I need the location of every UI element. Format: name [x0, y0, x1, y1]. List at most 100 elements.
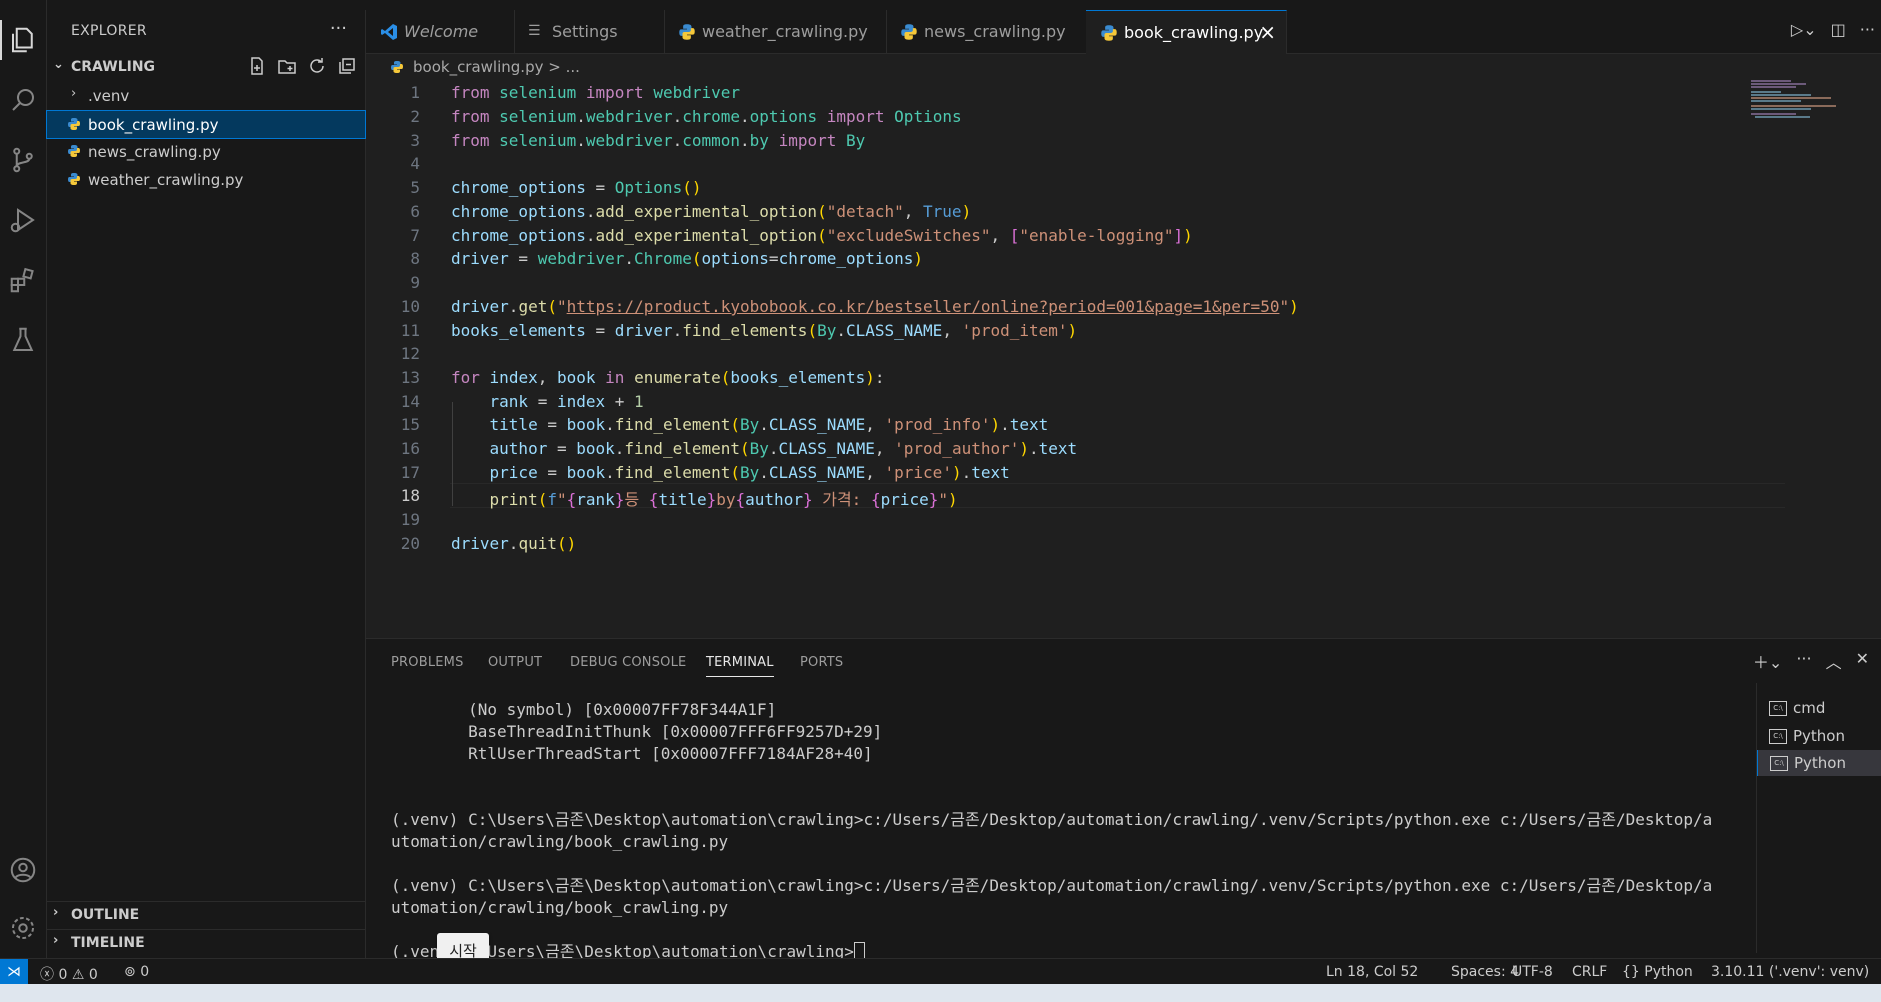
code-token: books_elements — [451, 321, 586, 340]
indentation[interactable]: Spaces: 4 — [1451, 964, 1519, 980]
explorer-title: EXPLORER — [71, 23, 147, 39]
line-number: 3 — [410, 131, 420, 150]
code-token: ( — [537, 490, 548, 509]
line-number: 14 — [400, 392, 420, 411]
code-token: = — [508, 249, 538, 268]
manage-gear-icon[interactable] — [0, 904, 46, 952]
tab-terminal[interactable]: TERMINAL — [706, 655, 774, 677]
terminal-output[interactable]: (No symbol) [0x00007FF78F344A1F] BaseThr… — [391, 699, 1712, 964]
tab-book-crawling[interactable]: book_crawling.py × — [1086, 10, 1287, 54]
timeline-section[interactable]: › TIMELINE — [47, 929, 365, 956]
code-token: 가격: — [812, 490, 871, 509]
new-file-icon[interactable] — [247, 56, 267, 76]
collapse-all-icon[interactable] — [337, 56, 357, 76]
refresh-icon[interactable] — [307, 56, 327, 76]
problems-status[interactable]: ⓧ 0 ⚠ 0 — [40, 964, 98, 984]
line-number: 5 — [410, 178, 420, 197]
close-icon[interactable]: × — [1259, 20, 1276, 44]
tab-debug-console[interactable]: DEBUG CONSOLE — [570, 655, 686, 670]
remote-indicator-icon[interactable]: ⋊ — [0, 959, 28, 985]
terminal-label: cmd — [1793, 699, 1826, 717]
terminal-icon: C:\ — [1769, 701, 1787, 716]
code-token: https://product.kyobobook.co.kr/bestsell… — [566, 297, 1280, 316]
breadcrumb[interactable]: book_crawling.py > ... — [366, 54, 1881, 80]
encoding[interactable]: UTF-8 — [1512, 964, 1553, 980]
new-terminal-icon[interactable]: ＋⌄ — [1753, 649, 1782, 673]
tab-problems[interactable]: PROBLEMS — [391, 655, 464, 670]
code-editor[interactable]: 1 2 3 4 5 6 7 8 9 10 11 12 13 14 15 16 1… — [366, 80, 1881, 638]
code-token: ) — [1019, 439, 1030, 458]
explorer-more-icon[interactable]: ··· — [330, 18, 347, 39]
code-token: options — [701, 249, 769, 268]
maximize-panel-icon[interactable]: ︿ — [1826, 649, 1842, 673]
end-of-line[interactable]: CRLF — [1572, 964, 1607, 980]
code-token: () — [682, 178, 702, 197]
code-token: . — [585, 226, 596, 245]
outline-section[interactable]: › OUTLINE — [47, 901, 365, 928]
python-interpreter[interactable]: 3.10.11 ('.venv': venv) — [1711, 964, 1869, 980]
minimap[interactable] — [1751, 80, 1841, 120]
search-icon[interactable] — [0, 76, 46, 124]
line-number: 16 — [400, 439, 420, 458]
code-token: webdriver — [537, 249, 625, 268]
extensions-icon[interactable] — [0, 256, 46, 304]
code-token: , — [865, 463, 885, 482]
terminal-item-cmd[interactable]: C:\ cmd — [1757, 695, 1881, 721]
tab-ports[interactable]: PORTS — [800, 655, 843, 670]
source-control-icon[interactable] — [0, 136, 46, 184]
tree-item-venv[interactable]: › .venv — [47, 82, 365, 109]
code-token: title — [489, 415, 538, 434]
ports-status[interactable]: ⊚ 0 — [124, 964, 149, 980]
close-panel-icon[interactable]: ✕ — [1856, 649, 1869, 673]
more-actions-icon[interactable]: ··· — [1860, 20, 1875, 39]
tab-news-crawling[interactable]: news_crawling.py — [886, 10, 1087, 53]
code-token: . — [672, 131, 683, 150]
tree-item-label: news_crawling.py — [88, 143, 221, 161]
python-icon — [1101, 25, 1117, 41]
python-file-icon — [68, 118, 80, 130]
cursor-position[interactable]: Ln 18, Col 52 — [1326, 964, 1418, 980]
new-folder-icon[interactable] — [277, 56, 297, 76]
tab-settings[interactable]: ☰ Settings — [514, 10, 665, 53]
tree-item-news-crawling[interactable]: news_crawling.py — [47, 138, 365, 165]
workspace-folder[interactable]: ⌄ CRAWLING — [47, 56, 365, 80]
warning-icon: ⚠ — [71, 967, 85, 983]
account-icon[interactable] — [0, 846, 46, 894]
code-token: Options — [894, 107, 962, 126]
terminal-icon: C:\ — [1770, 756, 1788, 771]
testing-icon[interactable] — [0, 316, 46, 364]
tab-welcome[interactable]: Welcome — [366, 10, 515, 53]
terminal-item-python[interactable]: C:\ Python — [1757, 750, 1881, 776]
split-editor-icon[interactable]: ◫ — [1831, 20, 1846, 39]
run-icon[interactable]: ▷⌄ — [1791, 20, 1817, 39]
code-token: . — [585, 202, 596, 221]
code-token: " — [1279, 297, 1290, 316]
code-token: ) — [961, 202, 972, 221]
code-line: chrome_options = Options() — [451, 178, 701, 197]
explorer-icon[interactable] — [0, 16, 46, 64]
code-token: { — [870, 490, 881, 509]
code-token: By — [740, 415, 760, 434]
code-token: driver — [451, 249, 509, 268]
code-token: 'prod_author' — [894, 439, 1020, 458]
code-token: driver — [451, 534, 509, 553]
more-actions-icon[interactable]: ··· — [1796, 649, 1811, 673]
run-debug-icon[interactable] — [0, 196, 46, 244]
tab-output[interactable]: OUTPUT — [488, 655, 542, 670]
code-token: from — [451, 107, 490, 126]
tree-item-book-crawling[interactable]: book_crawling.py — [46, 110, 366, 139]
code-token: . — [836, 321, 846, 340]
tree-item-weather-crawling[interactable]: weather_crawling.py — [47, 166, 365, 193]
tab-weather-crawling[interactable]: weather_crawling.py — [664, 10, 887, 53]
terminal-item-python[interactable]: C:\ Python — [1757, 723, 1881, 749]
code-token: 'price' — [884, 463, 952, 482]
os-taskbar — [0, 984, 1881, 1002]
code-token: text — [1009, 415, 1049, 434]
timeline-label: TIMELINE — [71, 935, 145, 951]
code-token: title — [658, 490, 707, 509]
terminal-line: (.venv) C:\Users\금존\Desktop\automation\c… — [391, 810, 1713, 829]
code-token: = — [537, 415, 567, 434]
language-mode[interactable]: {} Python — [1622, 964, 1693, 980]
